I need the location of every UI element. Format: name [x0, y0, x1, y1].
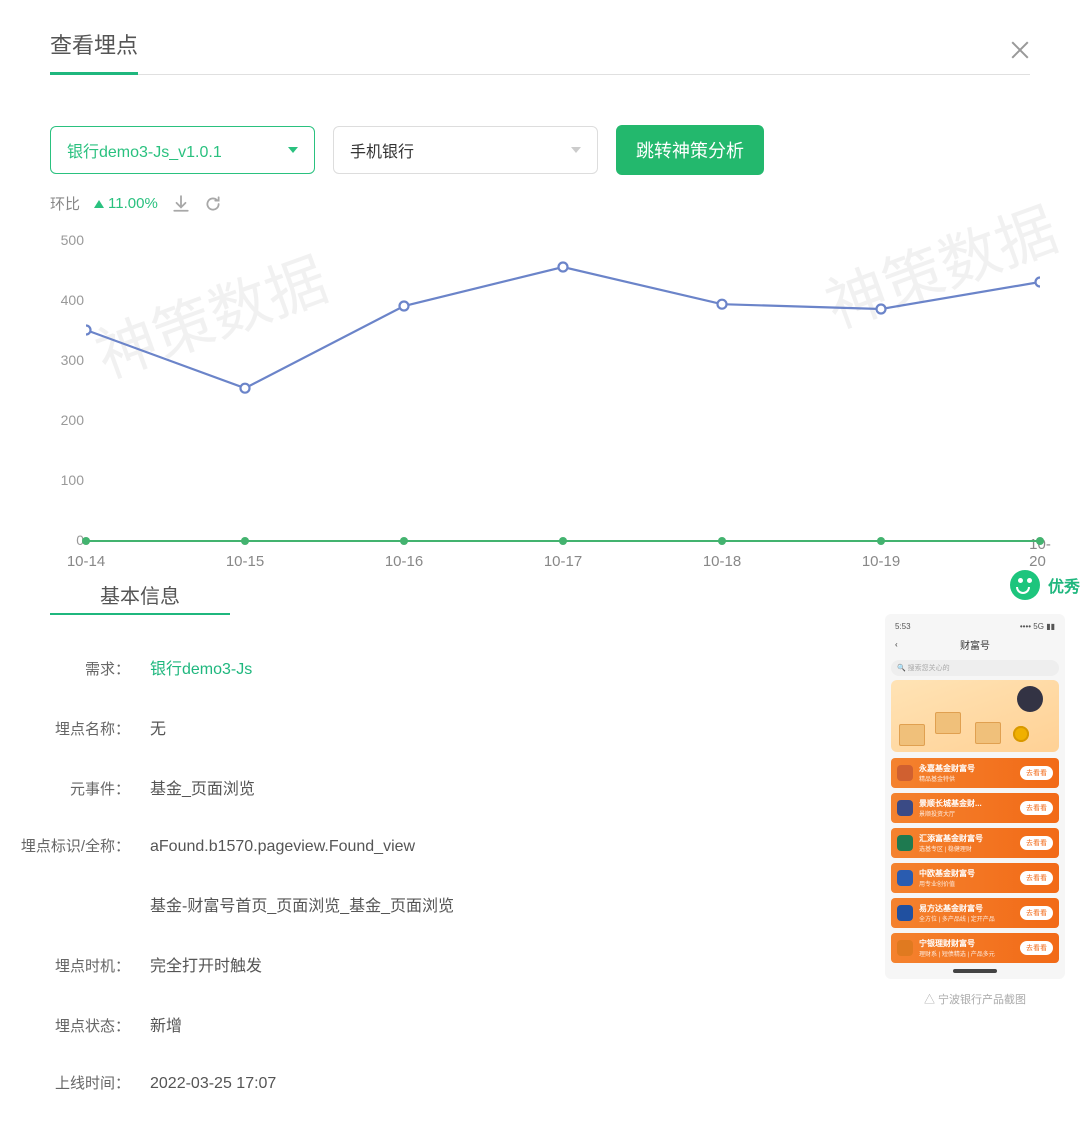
phone-status-signal: •••• 5G ▮▮	[1020, 622, 1055, 631]
chart: 神策数据 神策数据 0100200300400500 10-1410-1510-…	[50, 230, 1040, 570]
x-axis-tick: 10-19	[862, 553, 900, 570]
info-value: aFound.b1570.pageview.Found_view	[150, 838, 415, 856]
y-axis-tick: 400	[50, 292, 84, 308]
phone-list-item: 景顺长城基金财...景顺投资大厅 去看看	[891, 793, 1059, 823]
y-axis-tick: 300	[50, 352, 84, 368]
info-label: 上线时间：	[0, 1072, 130, 1093]
basic-info-table: 需求： 银行demo3-Js 埋点名称： 无元事件： 基金_页面浏览埋点标识/全称： aF…	[0, 615, 850, 1093]
phone-nav-title: 财富号	[960, 637, 990, 652]
metric-delta: 11.00%	[94, 195, 158, 212]
smile-icon	[1010, 570, 1040, 600]
phone-banner	[891, 680, 1059, 752]
baseline-dot	[400, 537, 408, 545]
chevron-down-icon	[571, 147, 581, 153]
phone-home-indicator	[953, 969, 997, 973]
info-label: 埋点标识/全称：	[0, 835, 130, 856]
phone-list-item: 易方达基金财富号全方位 | 多产品线 | 定开产品 去看看	[891, 898, 1059, 928]
info-label: 元事件：	[0, 778, 130, 799]
y-axis-tick: 0	[50, 532, 84, 548]
section-basic-info-title: 基本信息	[50, 580, 230, 615]
y-axis-tick: 200	[50, 412, 84, 428]
phone-list-item: 宁银理财财富号理财系 | 短债精选 | 产品多元 去看看	[891, 933, 1059, 963]
baseline-dot	[1036, 537, 1044, 545]
phone-list-item: 中欧基金财富号用专业创价值 去看看	[891, 863, 1059, 893]
phone-preview: 5:53 •••• 5G ▮▮ ‹ 财富号 🔍 搜索您关心的 永嘉基金财富号精品…	[885, 614, 1065, 979]
info-label: 埋点时机：	[0, 955, 130, 976]
metric-label: 环比	[50, 193, 80, 214]
baseline-dot	[718, 537, 726, 545]
select-app-value: 手机银行	[350, 138, 414, 162]
info-value: 无	[150, 715, 166, 739]
phone-list-item: 汇添富基金财富号选基专区 | 稳健理财 去看看	[891, 828, 1059, 858]
select-version-value: 银行demo3-Js_v1.0.1	[67, 138, 222, 162]
rating-badge: 优秀	[1010, 570, 1080, 600]
baseline-dot	[241, 537, 249, 545]
baseline-dot	[877, 537, 885, 545]
x-axis-tick: 10-18	[703, 553, 741, 570]
x-axis-tick: 10-14	[67, 553, 105, 570]
chevron-down-icon	[288, 147, 298, 153]
phone-status-time: 5:53	[895, 622, 911, 631]
info-label: 埋点名称：	[0, 718, 130, 739]
select-app[interactable]: 手机银行	[333, 126, 598, 174]
select-version[interactable]: 银行demo3-Js_v1.0.1	[50, 126, 315, 174]
jump-analysis-button[interactable]: 跳转神策分析	[616, 125, 764, 175]
phone-caption: △ 宁波银行产品截图	[924, 991, 1026, 1007]
x-axis-tick: 10-15	[226, 553, 264, 570]
x-axis-tick: 10-16	[385, 553, 423, 570]
info-value: 基金-财富号首页_页面浏览_基金_页面浏览	[150, 892, 454, 916]
refresh-icon[interactable]	[204, 195, 222, 213]
y-axis-tick: 500	[50, 232, 84, 248]
phone-search-input: 🔍 搜索您关心的	[891, 660, 1059, 676]
baseline-dot	[82, 537, 90, 545]
info-value: 基金_页面浏览	[150, 775, 255, 799]
up-triangle-icon	[94, 200, 104, 208]
download-icon[interactable]	[172, 195, 190, 213]
info-label: 需求：	[0, 658, 130, 679]
y-axis-tick: 100	[50, 472, 84, 488]
page-title: 查看埋点	[50, 28, 138, 75]
info-value: 新增	[150, 1012, 182, 1036]
baseline-dot	[559, 537, 567, 545]
close-icon[interactable]	[1010, 40, 1030, 60]
x-axis-tick: 10-17	[544, 553, 582, 570]
phone-list-item: 永嘉基金财富号精品基金特供 去看看	[891, 758, 1059, 788]
info-value: 2022-03-25 17:07	[150, 1075, 276, 1093]
info-label: 埋点状态：	[0, 1015, 130, 1036]
phone-back-icon: ‹	[895, 640, 898, 649]
info-value-link[interactable]: 银行demo3-Js	[150, 655, 252, 679]
info-value: 完全打开时触发	[150, 952, 262, 976]
